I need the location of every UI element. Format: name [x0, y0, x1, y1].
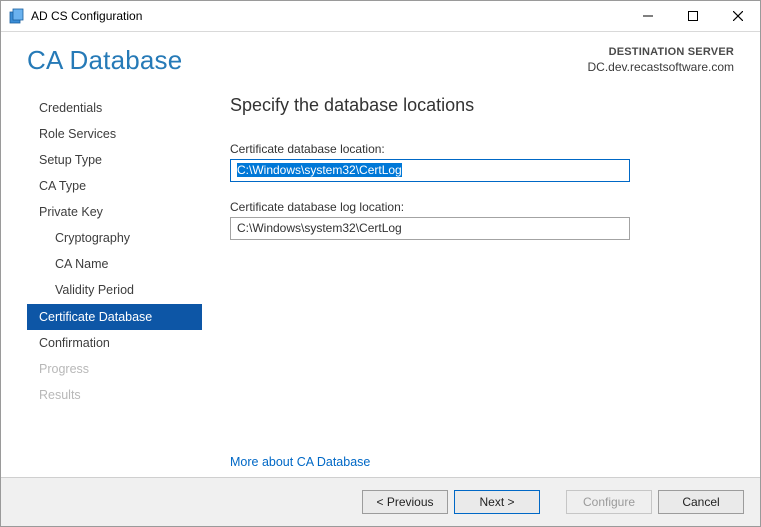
title-bar: AD CS Configuration: [1, 1, 760, 32]
sidebar-item-certificate-database[interactable]: Certificate Database: [27, 304, 202, 330]
sidebar-item-progress: Progress: [27, 356, 202, 382]
sidebar-item-private-key[interactable]: Private Key: [27, 199, 202, 225]
sidebar-item-role-services[interactable]: Role Services: [27, 121, 202, 147]
page-title: CA Database: [27, 46, 588, 75]
content: Specify the database locations Certifica…: [202, 95, 734, 477]
window-title: AD CS Configuration: [31, 9, 625, 23]
sidebar-item-ca-type[interactable]: CA Type: [27, 173, 202, 199]
header: CA Database DESTINATION SERVER DC.dev.re…: [1, 32, 760, 75]
log-location-label: Certificate database log location:: [230, 200, 734, 214]
db-location-input[interactable]: C:\Windows\system32\CertLog: [230, 159, 630, 182]
next-button[interactable]: Next >: [454, 490, 540, 514]
wizard-window: AD CS Configuration CA Database DESTINAT…: [0, 0, 761, 527]
content-heading: Specify the database locations: [230, 95, 734, 116]
minimize-button[interactable]: [625, 1, 670, 31]
configure-button: Configure: [566, 490, 652, 514]
db-location-label: Certificate database location:: [230, 142, 734, 156]
destination-block: DESTINATION SERVER DC.dev.recastsoftware…: [588, 46, 735, 74]
app-icon: [9, 8, 25, 24]
sidebar: Credentials Role Services Setup Type CA …: [27, 95, 202, 477]
sidebar-item-setup-type[interactable]: Setup Type: [27, 147, 202, 173]
more-about-link[interactable]: More about CA Database: [230, 455, 734, 469]
cancel-button[interactable]: Cancel: [658, 490, 744, 514]
sidebar-item-confirmation[interactable]: Confirmation: [27, 330, 202, 356]
sidebar-item-credentials[interactable]: Credentials: [27, 95, 202, 121]
log-location-input[interactable]: C:\Windows\system32\CertLog: [230, 217, 630, 240]
sidebar-item-cryptography[interactable]: Cryptography: [27, 225, 202, 251]
footer: < Previous Next > Configure Cancel: [1, 478, 760, 526]
previous-button[interactable]: < Previous: [362, 490, 448, 514]
sidebar-item-results: Results: [27, 382, 202, 408]
destination-server: DC.dev.recastsoftware.com: [588, 60, 735, 74]
sidebar-item-ca-name[interactable]: CA Name: [27, 251, 202, 277]
maximize-button[interactable]: [670, 1, 715, 31]
body: Credentials Role Services Setup Type CA …: [1, 75, 760, 477]
destination-label: DESTINATION SERVER: [588, 46, 735, 58]
close-button[interactable]: [715, 1, 760, 31]
window-controls: [625, 1, 760, 31]
sidebar-item-validity-period[interactable]: Validity Period: [27, 277, 202, 303]
